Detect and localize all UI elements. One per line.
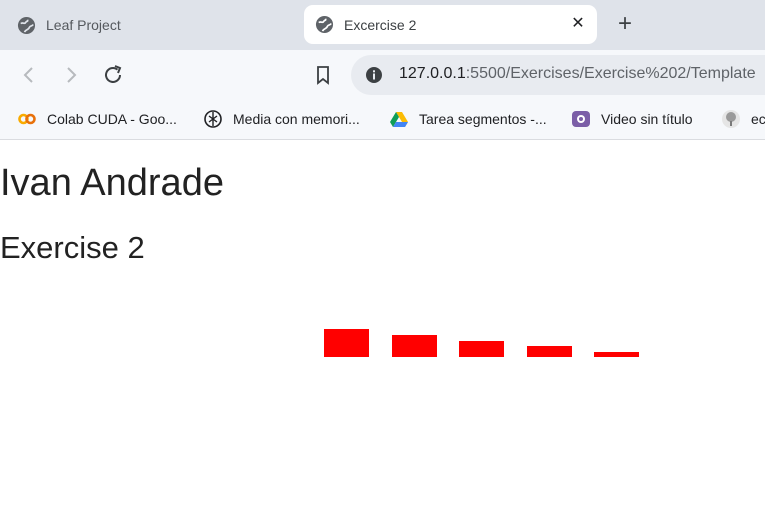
globe-icon — [315, 15, 334, 34]
bookmark-ec[interactable]: ec — [721, 108, 765, 130]
bookmark-colab[interactable]: Colab CUDA - Goo... — [17, 108, 177, 130]
back-arrow-icon[interactable] — [17, 63, 41, 87]
bar-4 — [527, 346, 572, 357]
openai-icon — [204, 110, 222, 128]
bookmark-label: Video sin título — [601, 111, 693, 127]
bookmark-label: ec — [751, 111, 765, 127]
tab-leaf-project[interactable]: Leaf Project — [0, 0, 300, 50]
bookmark-label: Colab CUDA - Goo... — [47, 111, 177, 127]
bookmark-media[interactable]: Media con memori... — [203, 108, 360, 130]
tab-title: Excercise 2 — [344, 16, 417, 33]
forward-arrow-icon[interactable] — [59, 63, 83, 87]
tab-strip: Leaf Project Excercise 2 ✕ + — [0, 0, 765, 50]
address-bar[interactable]: 127.0.0.1:5500/Exercises/Exercise%202/Te… — [351, 55, 765, 95]
colab-icon — [18, 113, 36, 125]
page-heading-exercise: Exercise 2 — [0, 230, 145, 265]
url-text[interactable]: 127.0.0.1:5500/Exercises/Exercise%202/Te… — [399, 65, 756, 83]
video-icon — [572, 111, 590, 127]
bar-3 — [459, 341, 504, 357]
tab-exercise-2[interactable]: Excercise 2 ✕ — [304, 5, 597, 44]
bar-2 — [392, 335, 437, 357]
bookmark-label: Tarea segmentos -... — [419, 111, 547, 127]
google-drive-icon — [390, 112, 408, 127]
bar-5 — [594, 352, 639, 357]
url-path: :5500/Exercises/Exercise%202/Template — [465, 65, 756, 82]
bookmark-video[interactable]: Video sin título — [571, 108, 693, 130]
new-tab-button[interactable]: + — [613, 12, 637, 37]
page-content: Ivan Andrade Exercise 2 — [0, 141, 765, 522]
globe-icon — [17, 16, 36, 34]
bookmark-star-icon[interactable] — [311, 63, 335, 87]
navigation-toolbar: 127.0.0.1:5500/Exercises/Exercise%202/Te… — [0, 50, 765, 100]
tab-title: Leaf Project — [46, 17, 121, 33]
reload-icon[interactable] — [101, 63, 125, 87]
bookmark-label: Media con memori... — [233, 111, 360, 127]
info-icon[interactable] — [365, 66, 383, 84]
close-icon[interactable]: ✕ — [569, 15, 587, 33]
bookmarks-bar: Colab CUDA - Goo... Media con memori... … — [0, 100, 765, 140]
bookmark-tarea[interactable]: Tarea segmentos -... — [389, 108, 547, 130]
bar-1 — [324, 329, 369, 357]
tree-icon — [722, 110, 740, 128]
page-heading-name: Ivan Andrade — [0, 162, 224, 204]
url-host: 127.0.0.1 — [399, 65, 466, 82]
